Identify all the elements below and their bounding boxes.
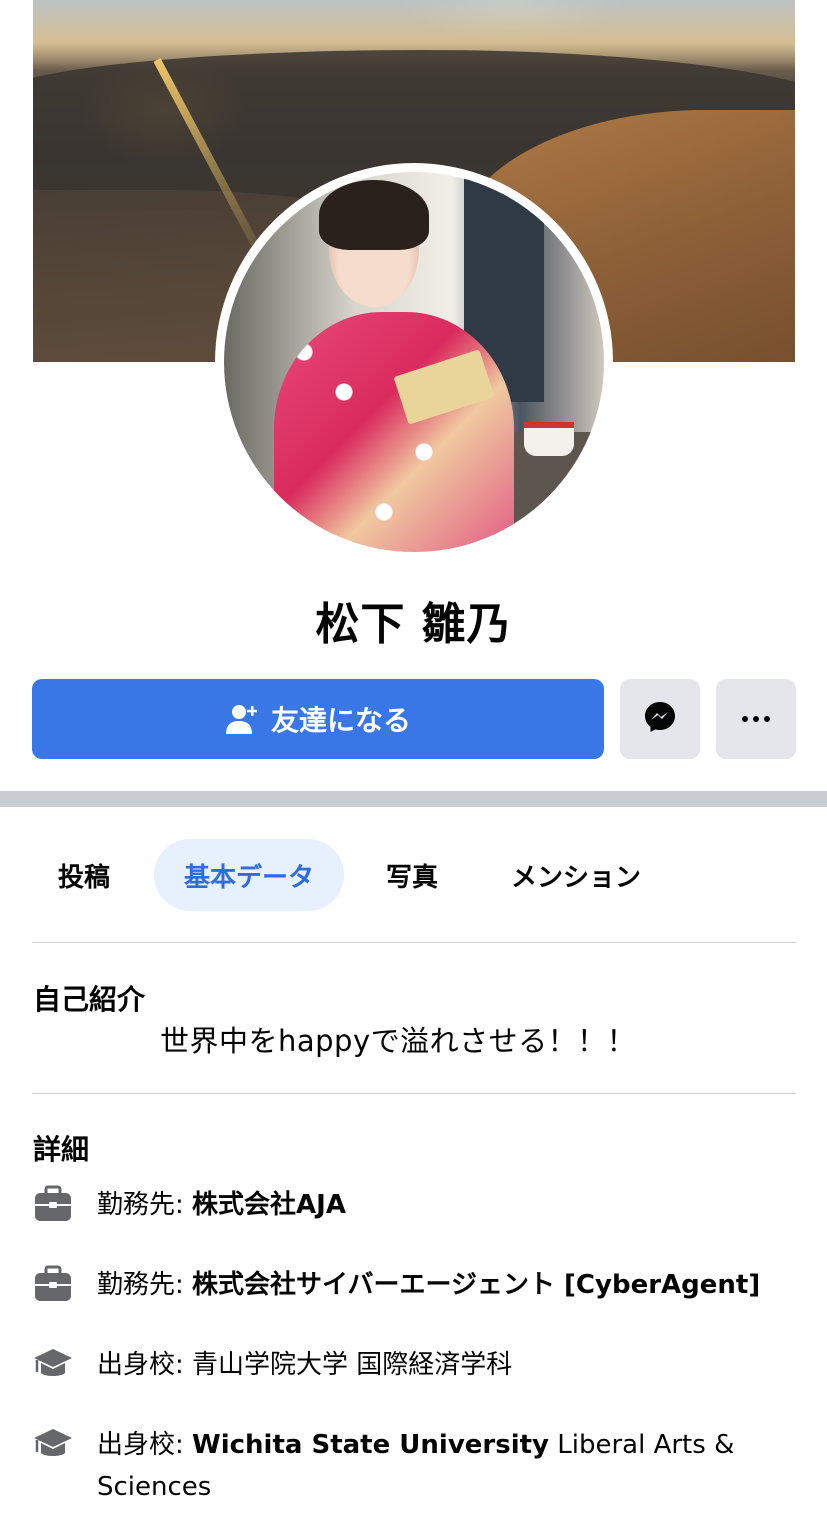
- bio-text: 世界中をhappyで溢れさせる！！！: [160, 1024, 637, 1058]
- graduation-cap-icon: [33, 1424, 73, 1464]
- section-divider: [0, 791, 827, 807]
- detail-value: 青山学院大学 国際経済学科: [192, 1350, 513, 1380]
- detail-work-2: 勤務先: 株式会社サイバーエージェント [CyberAgent]: [33, 1264, 803, 1306]
- avatar: [224, 172, 604, 552]
- detail-label: 勤務先:: [97, 1190, 193, 1220]
- profile-tabs: 投稿 基本データ 写真 メンション: [0, 839, 827, 911]
- details-title: 詳細: [33, 1133, 90, 1166]
- detail-label: 出身校:: [97, 1430, 193, 1460]
- divider: [32, 942, 796, 943]
- profile-name: 松下 雛乃: [315, 599, 512, 650]
- detail-label: 勤務先:: [97, 1270, 193, 1300]
- messenger-button[interactable]: [620, 679, 700, 759]
- detail-label: 出身校:: [97, 1350, 193, 1380]
- add-friend-label: 友達になる: [270, 704, 411, 737]
- tab-about[interactable]: 基本データ: [154, 839, 344, 911]
- divider: [32, 1093, 796, 1094]
- briefcase-icon: [33, 1264, 73, 1304]
- tab-mentions[interactable]: メンション: [486, 839, 666, 911]
- more-options-button[interactable]: [716, 679, 796, 759]
- add-friend-button[interactable]: 友達になる: [32, 679, 604, 759]
- detail-value-link[interactable]: 株式会社サイバーエージェント [CyberAgent]: [192, 1270, 760, 1300]
- detail-education-2: 出身校: Wichita State University Liberal Ar…: [33, 1424, 753, 1508]
- detail-work-1: 勤務先: 株式会社AJA: [33, 1184, 803, 1226]
- messenger-icon: [643, 700, 677, 738]
- graduation-cap-icon: [33, 1344, 73, 1384]
- profile-picture[interactable]: [215, 163, 613, 561]
- detail-value-link[interactable]: Wichita State University: [192, 1430, 549, 1460]
- more-icon: [742, 716, 770, 722]
- tab-photos[interactable]: 写真: [360, 839, 464, 911]
- tab-posts[interactable]: 投稿: [32, 839, 136, 911]
- briefcase-icon: [33, 1184, 73, 1224]
- detail-value-link[interactable]: 株式会社AJA: [192, 1190, 346, 1220]
- intro-title: 自己紹介: [33, 983, 146, 1016]
- detail-education-1: 出身校: 青山学院大学 国際経済学科: [33, 1344, 803, 1386]
- add-friend-icon: [225, 702, 259, 736]
